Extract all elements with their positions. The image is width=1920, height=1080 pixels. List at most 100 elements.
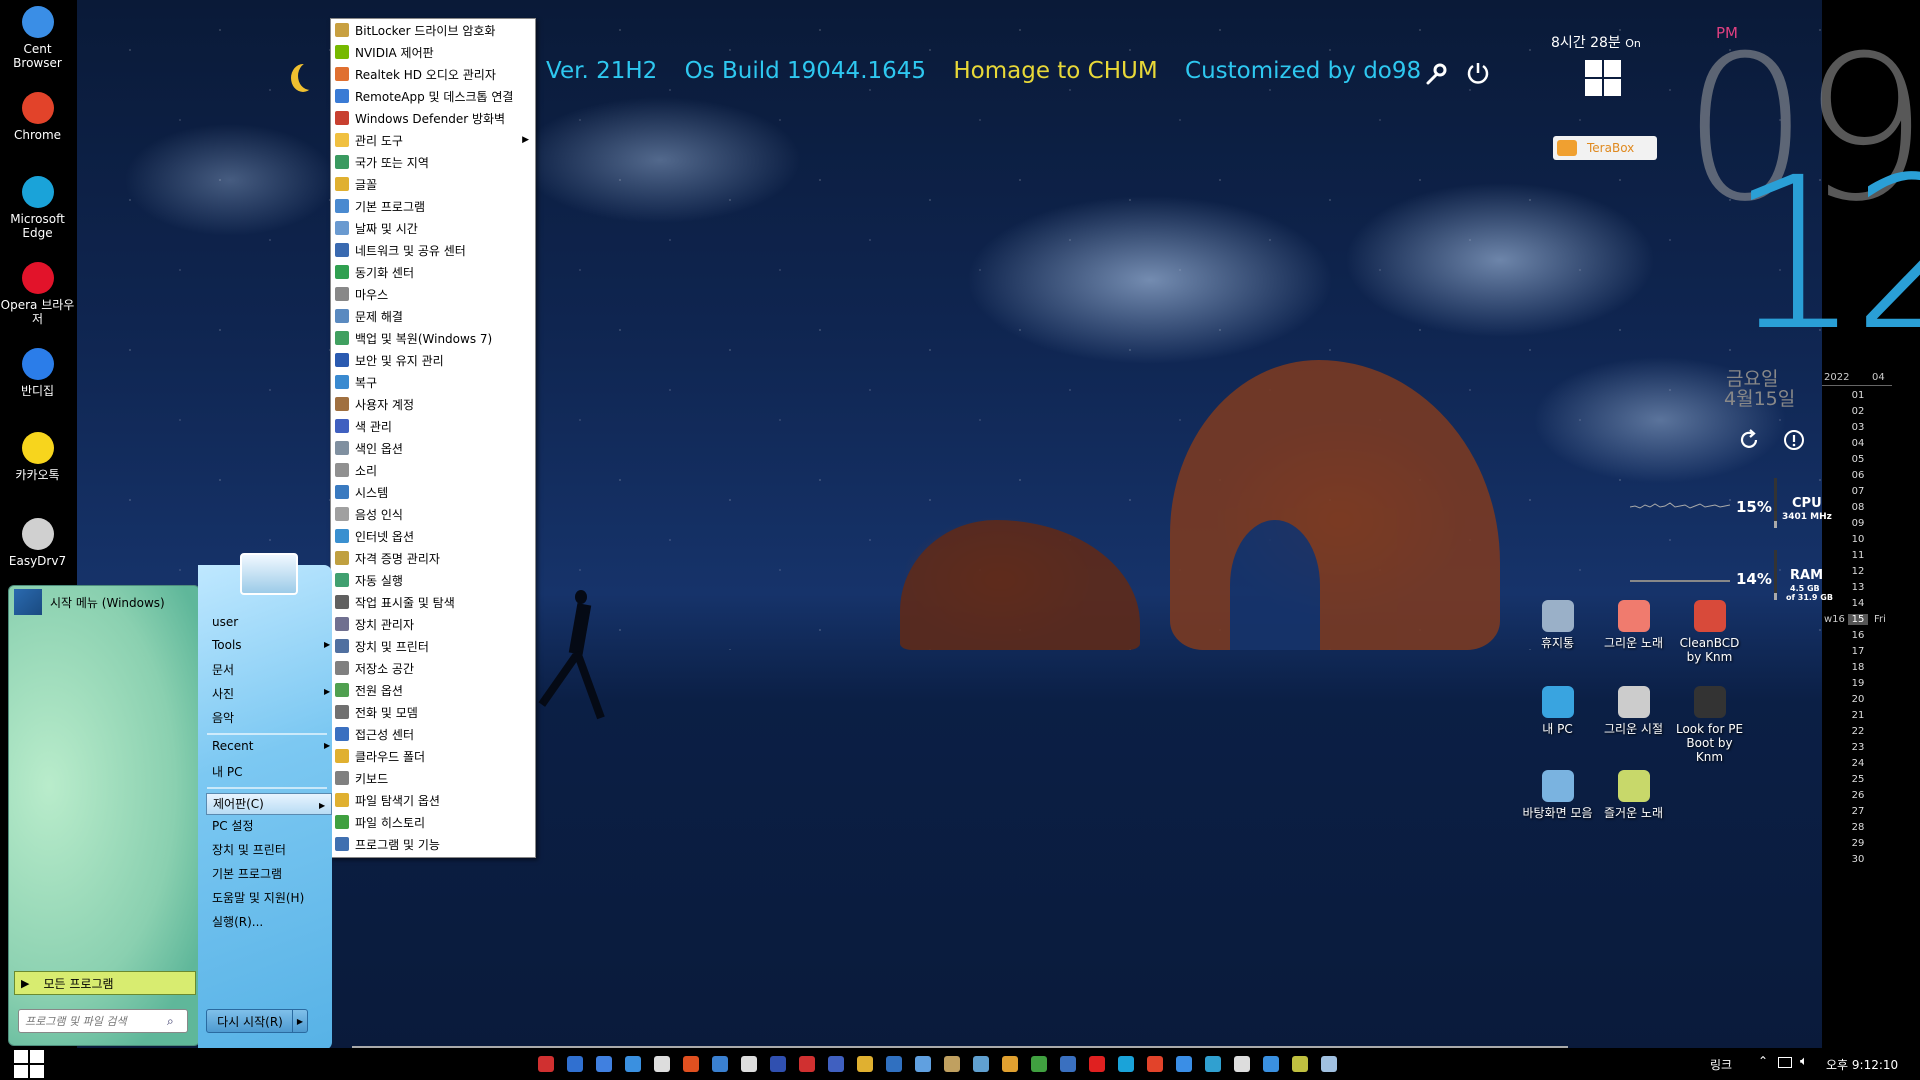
start-item-control-panel[interactable]: 제어판(C) ▶	[206, 793, 332, 815]
restart-button[interactable]: 다시 시작(R)	[206, 1009, 294, 1033]
start-button[interactable]	[12, 1048, 44, 1080]
control-panel-item[interactable]: 글꼴	[331, 173, 535, 195]
power-icon[interactable]	[1466, 61, 1490, 85]
desktop-icon[interactable]: 바탕화면 모음	[1520, 770, 1595, 820]
control-panel-item[interactable]: 사용자 계정	[331, 393, 535, 415]
tray-volume-icon[interactable]: 🔈︎	[1800, 1054, 1808, 1069]
taskbar-app-icon[interactable]	[1292, 1056, 1308, 1072]
taskbar-app-icon[interactable]	[712, 1056, 728, 1072]
all-programs-button[interactable]: ▶ 모든 프로그램	[14, 971, 196, 995]
control-panel-item[interactable]: 장치 및 프린터	[331, 635, 535, 657]
desktop-icon[interactable]: EasyDrv7	[0, 518, 75, 568]
search-input[interactable]	[19, 1013, 167, 1029]
control-panel-item[interactable]: 인터넷 옵션	[331, 525, 535, 547]
taskbar-app-icon[interactable]	[1147, 1056, 1163, 1072]
control-panel-item[interactable]: 시스템	[331, 481, 535, 503]
tray-links[interactable]: 링크	[1710, 1056, 1732, 1073]
desktop-icon[interactable]: 휴지통	[1520, 600, 1595, 650]
control-panel-item[interactable]: 소리	[331, 459, 535, 481]
control-panel-item[interactable]: 색 관리	[331, 415, 535, 437]
control-panel-item[interactable]: 기본 프로그램	[331, 195, 535, 217]
taskbar-app-icon[interactable]	[625, 1056, 641, 1072]
taskbar-app-icon[interactable]	[973, 1056, 989, 1072]
control-panel-item[interactable]: 보안 및 유지 관리	[331, 349, 535, 371]
control-panel-item[interactable]: 네트워크 및 공유 센터	[331, 239, 535, 261]
desktop-icon[interactable]: CleanBCD by Knm	[1672, 600, 1747, 664]
start-item-bottom-1[interactable]: 장치 및 프린터	[212, 841, 286, 858]
start-item-bottom-0[interactable]: PC 설정	[212, 817, 254, 834]
taskbar-app-icon[interactable]	[654, 1056, 670, 1072]
control-panel-item[interactable]: 작업 표시줄 및 탐색	[331, 591, 535, 613]
control-panel-item[interactable]: 전원 옵션	[331, 679, 535, 701]
taskbar-app-icon[interactable]	[683, 1056, 699, 1072]
control-panel-item[interactable]: 날짜 및 시간	[331, 217, 535, 239]
taskbar-app-icon[interactable]	[1060, 1056, 1076, 1072]
terabox-button[interactable]: TeraBox	[1553, 136, 1657, 160]
control-panel-item[interactable]: Windows Defender 방화벽	[331, 107, 535, 129]
restart-options-button[interactable]: ▶	[292, 1009, 308, 1033]
windows-logo-icon[interactable]	[1585, 60, 1621, 96]
desktop-icon[interactable]: 그리운 노래	[1596, 600, 1671, 650]
control-panel-item[interactable]: 장치 관리자	[331, 613, 535, 635]
desktop-icon[interactable]: 그리운 시절	[1596, 686, 1671, 736]
desktop-icon[interactable]: Microsoft Edge	[0, 176, 75, 240]
tray-chevron-icon[interactable]: ⌃	[1758, 1054, 1768, 1068]
taskbar-app-icon[interactable]	[799, 1056, 815, 1072]
info-icon[interactable]	[1782, 428, 1806, 452]
control-panel-item[interactable]: 마우스	[331, 283, 535, 305]
desktop-icon[interactable]: Opera 브라우저	[0, 262, 75, 326]
taskbar-app-icon[interactable]	[828, 1056, 844, 1072]
control-panel-item[interactable]: 키보드	[331, 767, 535, 789]
desktop-icon[interactable]: Chrome	[0, 92, 75, 142]
control-panel-item[interactable]: 동기화 센터	[331, 261, 535, 283]
taskbar-app-icon[interactable]	[1031, 1056, 1047, 1072]
control-panel-item[interactable]: 문제 해결	[331, 305, 535, 327]
start-item-0[interactable]: user	[212, 615, 238, 629]
start-item-bottom-4[interactable]: 실행(R)...	[212, 913, 263, 930]
start-item-2[interactable]: 문서	[212, 661, 234, 678]
taskbar-app-icon[interactable]	[1234, 1056, 1250, 1072]
taskbar-app-icon[interactable]	[567, 1056, 583, 1072]
control-panel-item[interactable]: NVIDIA 제어판	[331, 41, 535, 63]
control-panel-item[interactable]: Realtek HD 오디오 관리자	[331, 63, 535, 85]
desktop-icon[interactable]: 내 PC	[1520, 686, 1595, 736]
control-panel-item[interactable]: 국가 또는 지역	[331, 151, 535, 173]
taskbar-app-icon[interactable]	[1263, 1056, 1279, 1072]
search-icon[interactable]: ⌕	[167, 1014, 174, 1029]
wrench-icon[interactable]	[1424, 62, 1448, 86]
control-panel-item[interactable]: 프로그램 및 기능	[331, 833, 535, 855]
control-panel-item[interactable]: 전화 및 모뎀	[331, 701, 535, 723]
taskbar-app-icon[interactable]	[915, 1056, 931, 1072]
taskbar-app-icon[interactable]	[857, 1056, 873, 1072]
taskbar-app-icon[interactable]	[1176, 1056, 1192, 1072]
control-panel-item[interactable]: RemoteApp 및 데스크톱 연결	[331, 85, 535, 107]
control-panel-item[interactable]: 자격 증명 관리자	[331, 547, 535, 569]
taskbar-app-icon[interactable]	[1205, 1056, 1221, 1072]
start-item-4[interactable]: 음악	[212, 709, 234, 726]
control-panel-item[interactable]: 자동 실행	[331, 569, 535, 591]
taskbar-app-icon[interactable]	[1321, 1056, 1337, 1072]
control-panel-item[interactable]: 접근성 센터	[331, 723, 535, 745]
control-panel-item[interactable]: 색인 옵션	[331, 437, 535, 459]
taskbar-app-icon[interactable]	[1118, 1056, 1134, 1072]
taskbar-app-icon[interactable]	[1089, 1056, 1105, 1072]
desktop-icon[interactable]: 즐거운 노래	[1596, 770, 1671, 820]
start-item-1[interactable]: Tools ▶	[212, 638, 330, 652]
tray-clock[interactable]: 오후 9:12:10	[1826, 1056, 1898, 1073]
control-panel-item[interactable]: 관리 도구 ▶	[331, 129, 535, 151]
start-user-picture[interactable]	[240, 553, 298, 595]
control-panel-item[interactable]: 복구	[331, 371, 535, 393]
desktop-icon[interactable]: 카카오톡	[0, 432, 75, 482]
taskbar-app-icon[interactable]	[1002, 1056, 1018, 1072]
start-item-bottom-3[interactable]: 도움말 및 지원(H)	[212, 889, 304, 906]
taskbar-app-icon[interactable]	[596, 1056, 612, 1072]
start-item-mid-0[interactable]: Recent ▶	[212, 739, 330, 753]
taskbar-app-icon[interactable]	[886, 1056, 902, 1072]
start-item-bottom-2[interactable]: 기본 프로그램	[212, 865, 282, 882]
control-panel-item[interactable]: 백업 및 복원(Windows 7)	[331, 327, 535, 349]
taskbar-app-icon[interactable]	[741, 1056, 757, 1072]
start-item-mid-1[interactable]: 내 PC	[212, 763, 242, 780]
start-item-3[interactable]: 사진 ▶	[212, 685, 330, 702]
taskbar-app-icon[interactable]	[944, 1056, 960, 1072]
refresh-icon[interactable]	[1737, 428, 1761, 452]
